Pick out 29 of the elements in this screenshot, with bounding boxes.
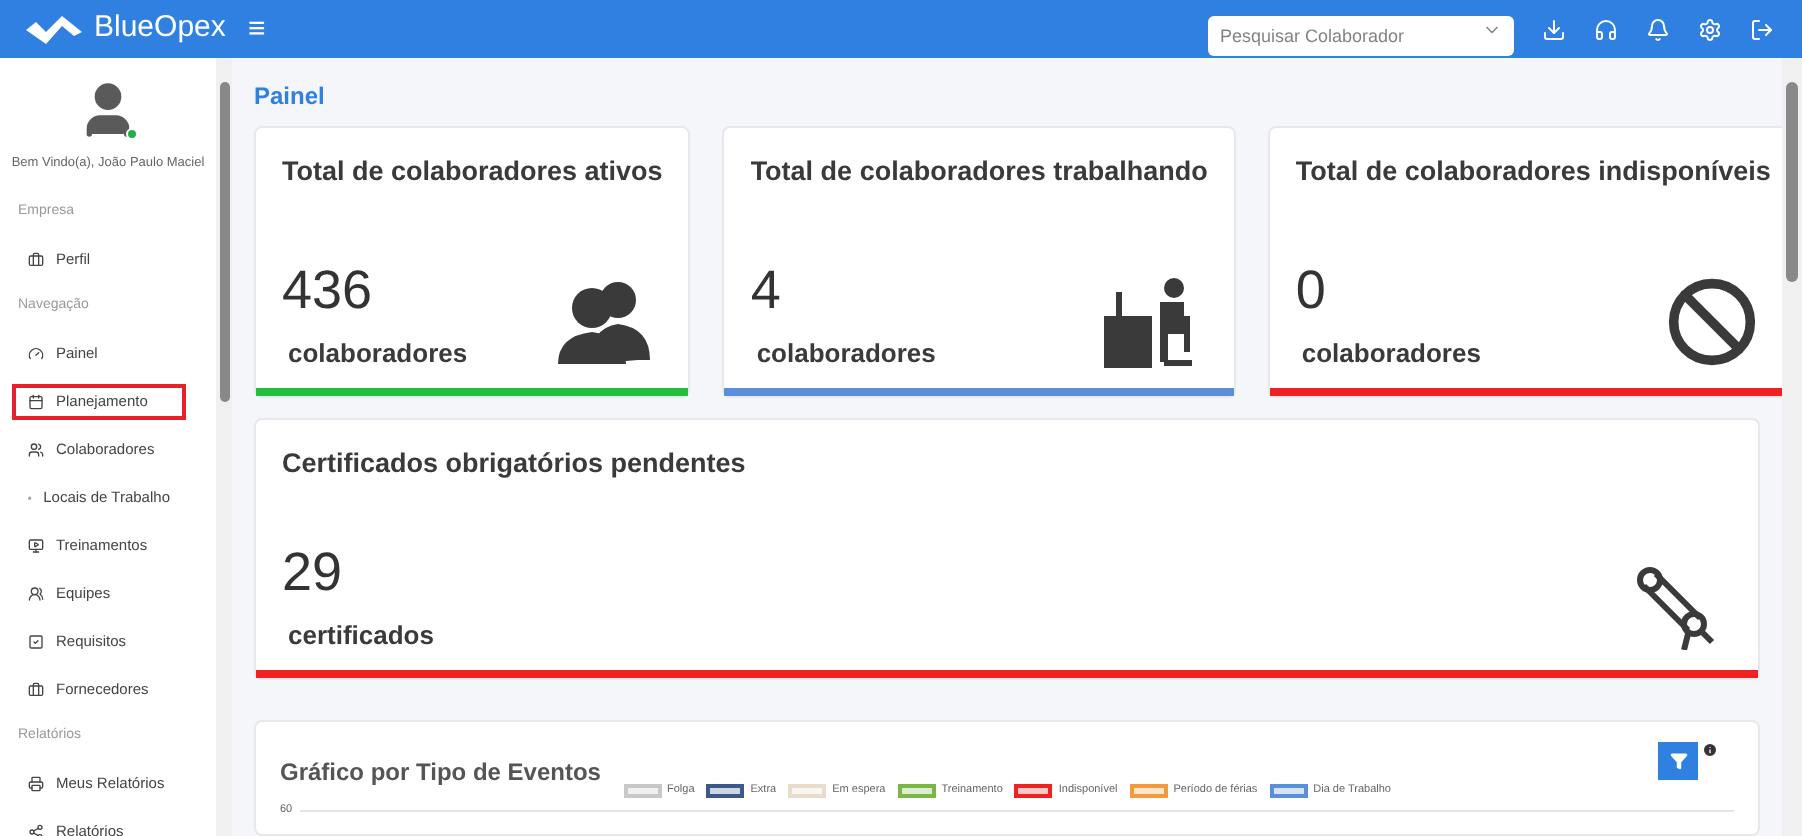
stat-value: 4 xyxy=(750,263,783,317)
logo-icon xyxy=(26,15,82,43)
page-title: Painel xyxy=(254,80,327,114)
card-title: Total de colaboradores trabalhando xyxy=(750,154,1208,190)
stat-value: 0 xyxy=(1295,263,1328,317)
settings-icon[interactable] xyxy=(1698,17,1722,41)
headset-icon[interactable] xyxy=(1594,17,1618,41)
people-icon xyxy=(558,280,651,368)
logout-icon[interactable] xyxy=(1750,17,1774,41)
notification-icon[interactable] xyxy=(1646,17,1670,41)
stat-unit: colaboradores xyxy=(756,335,936,371)
download-icon[interactable] xyxy=(1542,17,1566,41)
filter-icon xyxy=(1669,752,1687,771)
card-title: Total de colaboradores indisponíveis xyxy=(1295,154,1771,190)
stat-value: 436 xyxy=(282,263,375,317)
card-title: Certificados obrigatórios pendentes xyxy=(282,446,748,482)
search-field[interactable]: Pesquisar Colaborador xyxy=(1208,15,1514,55)
menu-toggle[interactable]: ≡ xyxy=(248,14,266,44)
person-at-desk-icon xyxy=(1103,276,1196,368)
filter-button[interactable] xyxy=(1658,742,1698,781)
card-title: Total de colaboradores ativos xyxy=(282,154,663,190)
chart-title: Gráfico por Tipo de Eventos xyxy=(280,756,601,791)
stat-unit: colaboradores xyxy=(1301,335,1481,371)
prohibited-icon xyxy=(1666,276,1759,368)
brand-name: BlueOpex xyxy=(94,8,226,49)
stat-unit: colaboradores xyxy=(288,335,468,371)
info-icon[interactable] xyxy=(1702,742,1718,759)
stat-unit: certificados xyxy=(288,617,434,654)
stat-value: 29 xyxy=(282,545,345,600)
